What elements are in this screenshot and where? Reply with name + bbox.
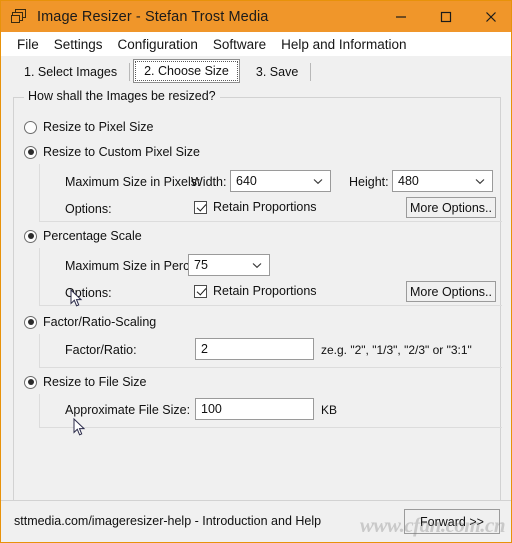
- factor-ratio-field-label: Factor/Ratio:: [65, 343, 137, 357]
- radio-option-resize-to-custom-pixel-size[interactable]: Resize to Custom Pixel Size: [24, 145, 200, 159]
- radio-factor-ratio-label: Factor/Ratio-Scaling: [43, 315, 157, 329]
- file-size-unit-label: KB: [321, 403, 338, 417]
- menu-item-settings[interactable]: Settings: [47, 35, 111, 54]
- radio-custom-pixel-size-label: Resize to Custom Pixel Size: [43, 145, 201, 159]
- percent-value: 75: [194, 258, 208, 272]
- maximize-button[interactable]: [423, 1, 468, 32]
- width-label: Width:: [191, 175, 227, 189]
- radio-percentage-scale-label: Percentage Scale: [43, 229, 142, 243]
- file-size-input[interactable]: 100: [195, 398, 314, 420]
- more-options-percent-button[interactable]: More Options..: [406, 281, 496, 302]
- radio-option-percentage-scale[interactable]: Percentage Scale: [24, 229, 142, 243]
- custom-pixel-options-label: Options:: [65, 202, 112, 216]
- factor-ratio-input[interactable]: 2: [195, 338, 314, 360]
- cascade-windows-icon: [11, 8, 27, 25]
- radio-option-resize-to-file-size[interactable]: Resize to File Size: [24, 375, 147, 389]
- radio-option-factor-ratio-scaling[interactable]: Factor/Ratio-Scaling: [24, 315, 156, 329]
- resize-options-group: How shall the Images be resized? Resize …: [13, 89, 502, 501]
- menu-bar: File Settings Configuration Software Hel…: [1, 32, 511, 56]
- tab-select-images[interactable]: 1. Select Images: [13, 61, 131, 83]
- chevron-down-icon: [306, 178, 330, 185]
- status-bar: sttmedia.com/imageresizer-help - Introdu…: [1, 500, 511, 542]
- more-options-pixel-button[interactable]: More Options..: [406, 197, 496, 218]
- close-button[interactable]: [468, 1, 511, 32]
- tab-choose-size[interactable]: 2. Choose Size: [133, 59, 240, 83]
- tab-separator: [310, 63, 312, 81]
- window-controls: [378, 1, 511, 32]
- height-label: Height:: [349, 175, 389, 189]
- max-size-pixels-label: Maximum Size in Pixels:: [65, 175, 201, 189]
- width-combobox[interactable]: 640: [230, 170, 331, 192]
- tab-save[interactable]: 3. Save: [245, 61, 312, 83]
- radio-factor-ratio-indicator: [24, 315, 37, 329]
- retain-proportions-pixel-indicator: [194, 200, 207, 214]
- tab-separator: [129, 63, 131, 81]
- approximate-file-size-label: Approximate File Size:: [65, 403, 191, 417]
- radio-pixel-size-indicator: [24, 120, 37, 134]
- radio-pixel-size-label: Resize to Pixel Size: [43, 120, 154, 134]
- window-title: Image Resizer - Stefan Trost Media: [37, 8, 269, 25]
- tab-save-label: 3. Save: [255, 64, 299, 79]
- retain-proportions-percent-label: Retain Proportions: [213, 284, 317, 298]
- file-size-panel: Approximate File Size: 100 KB: [39, 394, 502, 428]
- height-combobox[interactable]: 480: [392, 170, 493, 192]
- percentage-scale-panel: Maximum Size in Percent: 75 Options: Ret…: [39, 248, 502, 306]
- radio-option-resize-to-pixel-size[interactable]: Resize to Pixel Size: [24, 120, 153, 134]
- radio-file-size-indicator: [24, 375, 37, 389]
- radio-file-size-label: Resize to File Size: [43, 375, 147, 389]
- radio-percentage-scale-indicator: [24, 229, 37, 243]
- chevron-down-icon: [245, 262, 269, 269]
- menu-item-file[interactable]: File: [10, 35, 47, 54]
- title-bar: Image Resizer - Stefan Trost Media: [1, 1, 511, 32]
- factor-ratio-panel: Factor/Ratio: 2 ze.g. "2", "1/3", "2/3" …: [39, 334, 502, 368]
- menu-item-configuration[interactable]: Configuration: [111, 35, 206, 54]
- retain-proportions-pixel-checkbox[interactable]: Retain Proportions: [194, 200, 317, 214]
- height-value: 480: [398, 174, 419, 188]
- retain-proportions-pixel-label: Retain Proportions: [213, 200, 317, 214]
- retain-proportions-percent-checkbox[interactable]: Retain Proportions: [194, 284, 317, 298]
- image-resizer-window: Image Resizer - Stefan Trost Media File …: [0, 0, 512, 543]
- custom-pixel-size-panel: Maximum Size in Pixels: Width: 640 Heigh…: [39, 164, 502, 222]
- tab-select-images-label: 1. Select Images: [24, 64, 118, 79]
- radio-custom-pixel-size-indicator: [24, 145, 37, 159]
- group-title: How shall the Images be resized?: [24, 89, 220, 103]
- status-help-link[interactable]: sttmedia.com/imageresizer-help - Introdu…: [14, 514, 321, 528]
- menu-item-help-and-information[interactable]: Help and Information: [274, 35, 414, 54]
- width-value: 640: [236, 174, 257, 188]
- chevron-down-icon: [468, 178, 492, 185]
- percent-combobox[interactable]: 75: [188, 254, 270, 276]
- tab-strip: 1. Select Images 2. Choose Size 3. Save: [1, 56, 511, 83]
- forward-button[interactable]: Forward >>: [404, 509, 500, 534]
- percentage-options-label: Options:: [65, 286, 112, 300]
- factor-ratio-hint: ze.g. "2", "1/3", "2/3" or "3:1": [321, 343, 472, 357]
- retain-proportions-percent-indicator: [194, 284, 207, 298]
- minimize-button[interactable]: [378, 1, 423, 32]
- menu-item-software[interactable]: Software: [206, 35, 274, 54]
- tab-choose-size-label: 2. Choose Size: [144, 63, 229, 78]
